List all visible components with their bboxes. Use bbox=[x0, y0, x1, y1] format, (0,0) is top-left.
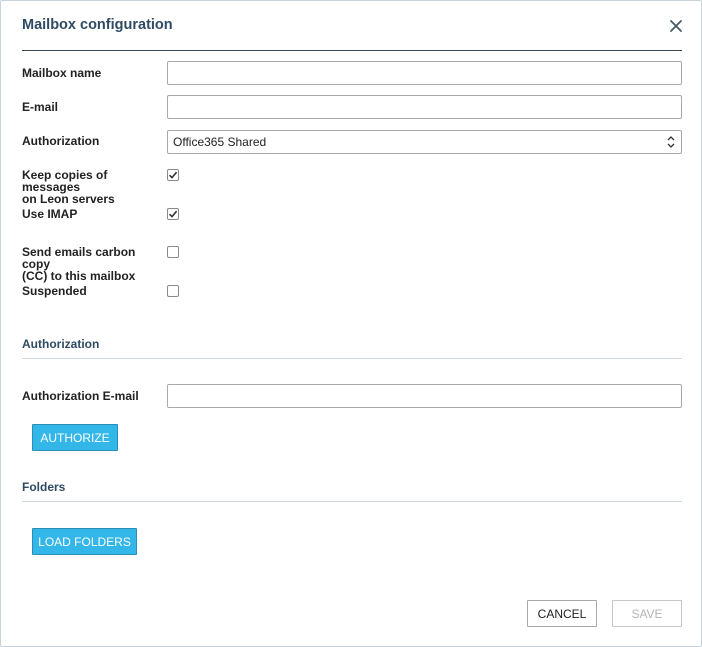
send-cc-checkbox[interactable] bbox=[167, 246, 179, 258]
use-imap-label: Use IMAP bbox=[22, 207, 78, 221]
authorization-email-input[interactable] bbox=[167, 384, 682, 408]
authorization-select[interactable]: Office365 Shared bbox=[167, 130, 682, 154]
title-divider bbox=[22, 50, 682, 51]
keep-copies-label: Keep copies of messages on Leon servers bbox=[22, 169, 164, 205]
authorize-button[interactable]: AUTHORIZE bbox=[32, 424, 118, 451]
select-arrows-icon bbox=[667, 136, 675, 148]
mailbox-configuration-dialog: Mailbox configuration Mailbox name E-mai… bbox=[0, 0, 702, 647]
send-cc-label-line2: (CC) to this mailbox bbox=[22, 269, 136, 283]
checkmark-icon bbox=[168, 171, 178, 179]
use-imap-checkbox[interactable] bbox=[167, 208, 179, 220]
load-folders-button[interactable]: LOAD FOLDERS bbox=[32, 528, 137, 555]
cancel-button[interactable]: CANCEL bbox=[527, 600, 597, 627]
mailbox-name-input[interactable] bbox=[167, 61, 682, 85]
save-button[interactable]: SAVE bbox=[612, 600, 682, 627]
send-cc-label-line1: Send emails carbon copy bbox=[22, 245, 136, 271]
authorization-divider bbox=[22, 358, 682, 359]
authorization-email-label: Authorization E-mail bbox=[22, 389, 139, 403]
mailbox-name-label: Mailbox name bbox=[22, 66, 102, 80]
email-input[interactable] bbox=[167, 95, 682, 119]
authorization-section-title: Authorization bbox=[22, 337, 100, 351]
keep-copies-checkbox[interactable] bbox=[167, 169, 179, 181]
folders-section-title: Folders bbox=[22, 480, 66, 494]
keep-copies-label-line1: Keep copies of messages bbox=[22, 168, 108, 194]
email-label: E-mail bbox=[22, 100, 59, 114]
suspended-label: Suspended bbox=[22, 284, 87, 298]
folders-divider bbox=[22, 501, 682, 502]
suspended-checkbox[interactable] bbox=[167, 285, 179, 297]
authorization-selected-value: Office365 Shared bbox=[173, 135, 267, 149]
authorization-label: Authorization bbox=[22, 134, 100, 148]
checkmark-icon bbox=[168, 210, 178, 218]
send-cc-label: Send emails carbon copy (CC) to this mai… bbox=[22, 246, 164, 282]
dialog-title: Mailbox configuration bbox=[22, 17, 173, 33]
close-button[interactable] bbox=[665, 15, 687, 37]
close-icon bbox=[670, 20, 682, 32]
keep-copies-label-line2: on Leon servers bbox=[22, 192, 115, 206]
